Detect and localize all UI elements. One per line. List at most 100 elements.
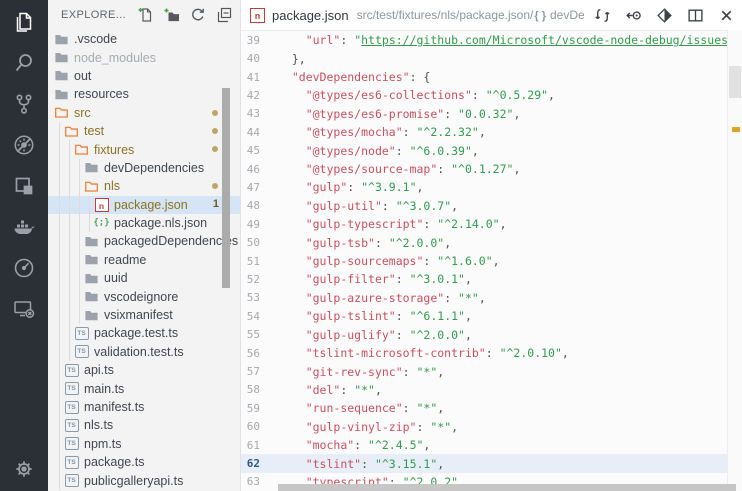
synchronize-changes-button[interactable]: [594, 7, 611, 24]
indent-guide: [69, 269, 70, 287]
line-number: 57: [241, 365, 260, 378]
settings-button[interactable]: [12, 457, 36, 481]
activity-gauge-button[interactable]: [12, 256, 36, 280]
code-line-52[interactable]: 52 "gulp-filter": "^3.0.1",: [241, 270, 728, 288]
folder-icon: [84, 271, 99, 286]
format-button[interactable]: [656, 7, 673, 24]
code-line-54[interactable]: 54 "gulp-tslint": "^6.1.1",: [241, 307, 728, 325]
git-branch-icon: [12, 92, 36, 116]
close-tab-button[interactable]: [718, 7, 735, 24]
line-content: },: [260, 52, 306, 66]
indent-guide: [69, 159, 70, 177]
typescript-file-icon: TS: [64, 473, 79, 488]
tree-item-package.test.ts[interactable]: TSpackage.test.ts: [48, 324, 240, 342]
activity-source-control-button[interactable]: [12, 92, 36, 116]
line-content: "gulp-util": "^3.0.7",: [260, 199, 458, 213]
refresh-button[interactable]: [190, 7, 206, 23]
code-line-48[interactable]: 48 "gulp-util": "^3.0.7",: [241, 197, 728, 215]
folder-icon: [84, 234, 99, 249]
tree-item-validation.test.ts[interactable]: TSvalidation.test.ts: [48, 343, 240, 361]
tree-item-manifest.ts[interactable]: TSmanifest.ts: [48, 398, 240, 416]
indent-guide: [69, 287, 70, 305]
tree-item-main.ts[interactable]: TSmain.ts: [48, 379, 240, 397]
line-content: "tslint": "^3.15.1",: [260, 457, 444, 471]
tree-item-node_modules[interactable]: node_modules: [48, 48, 240, 66]
code-line-46[interactable]: 46 "@types/source-map": "^0.1.27",: [241, 160, 728, 178]
code-line-55[interactable]: 55 "gulp-uglify": "^2.0.0",: [241, 326, 728, 344]
code-line-42[interactable]: 42 "@types/es6-collections": "^0.5.29",: [241, 86, 728, 104]
editor-horizontal-scrollbar[interactable]: [278, 484, 728, 491]
tree-item-package.nls.json[interactable]: {;}package.nls.json: [48, 214, 240, 232]
tree-item-nls[interactable]: nls: [48, 177, 240, 195]
remote-display-icon: [12, 297, 36, 321]
tree-item-test[interactable]: test: [48, 122, 240, 140]
code-line-57[interactable]: 57 "git-rev-sync": "*",: [241, 362, 728, 380]
activity-search-button[interactable]: [12, 51, 36, 75]
code-line-41[interactable]: 41 "devDependencies": {: [241, 68, 728, 86]
collapse-all-button[interactable]: [216, 7, 232, 23]
tree-item-nls.ts[interactable]: TSnls.ts: [48, 416, 240, 434]
code-line-56[interactable]: 56 "tslint-microsoft-contrib": "^2.0.10"…: [241, 344, 728, 362]
line-number: 47: [241, 181, 260, 194]
line-number: 61: [241, 439, 260, 452]
tree-item-publicgalleryapi.ts[interactable]: TS publicgalleryapi.ts: [48, 471, 240, 489]
breadcrumb[interactable]: src/test/fixtures/nls/package.json/ { } …: [357, 8, 584, 22]
code-line-44[interactable]: 44 "@types/mocha": "^2.2.32",: [241, 123, 728, 141]
code-line-61[interactable]: 61 "mocha": "^2.4.5",: [241, 436, 728, 454]
git-modified-dot: [212, 146, 218, 152]
tree-item-readme[interactable]: readme: [48, 251, 240, 269]
new-file-button[interactable]: [138, 7, 154, 23]
tree-item-npm.ts[interactable]: TSnpm.ts: [48, 435, 240, 453]
tree-item-label: vsixmanifest: [104, 308, 173, 322]
editor-vertical-scrollbar[interactable]: [727, 30, 742, 491]
code-line-62[interactable]: 62 "tslint": "^3.15.1",: [241, 454, 728, 472]
code-line-49[interactable]: 49 "gulp-typescript": "^2.14.0",: [241, 215, 728, 233]
tree-item-package.json[interactable]: npackage.json1: [48, 196, 240, 214]
new-folder-button[interactable]: [164, 7, 180, 23]
open-preview-button[interactable]: [625, 7, 642, 24]
indent-guide: [79, 214, 80, 232]
line-number: 54: [241, 310, 260, 323]
editor-tab[interactable]: n package.json src/test/fixtures/nls/pac…: [241, 0, 742, 31]
code-line-58[interactable]: 58 "del": "*",: [241, 381, 728, 399]
tree-item-out[interactable]: out: [48, 67, 240, 85]
tree-item-src[interactable]: src: [48, 104, 240, 122]
code-line-53[interactable]: 53 "gulp-azure-storage": "*",: [241, 289, 728, 307]
tree-item-packagedDependencies[interactable]: packagedDependencies: [48, 232, 240, 250]
open-preview-icon: [625, 7, 642, 24]
code-line-43[interactable]: 43 "@types/es6-promise": "0.0.32",: [241, 105, 728, 123]
tree-item-resources[interactable]: resources: [48, 85, 240, 103]
tree-item-package.ts[interactable]: TSpackage.ts: [48, 453, 240, 471]
code-line-40[interactable]: 40 },: [241, 49, 728, 67]
tree-item-fixtures[interactable]: fixtures: [48, 140, 240, 158]
code-line-39[interactable]: 39 "url": "https://github.com/Microsoft/…: [241, 31, 728, 49]
split-editor-button[interactable]: [687, 7, 704, 24]
tree-item-.vscode[interactable]: .vscode: [48, 30, 240, 48]
vertical-scrollbar-thumb[interactable]: [729, 66, 741, 98]
activity-debug-disabled-button[interactable]: [12, 133, 36, 157]
activity-docker-button[interactable]: [12, 215, 36, 239]
activity-explorer-button[interactable]: [12, 10, 36, 34]
code-line-47[interactable]: 47 "gulp": "^3.9.1",: [241, 178, 728, 196]
url-link[interactable]: https://github.com/Microsoft/vscode-node…: [361, 33, 728, 47]
activity-remote-display-button[interactable]: [12, 297, 36, 321]
code-line-51[interactable]: 51 "gulp-sourcemaps": "^1.6.0",: [241, 252, 728, 270]
tree-item-vsixmanifest[interactable]: vsixmanifest: [48, 306, 240, 324]
tree-item-uuid[interactable]: uuid: [48, 269, 240, 287]
tree-item-vscodeignore[interactable]: vscodeignore: [48, 287, 240, 305]
folder-icon: [84, 252, 99, 267]
line-number: 53: [241, 291, 260, 304]
code-line-60[interactable]: 60 "gulp-vinyl-zip": "*",: [241, 418, 728, 436]
code-line-59[interactable]: 59 "run-sequence": "*",: [241, 399, 728, 417]
horizontal-scrollbar-thumb[interactable]: [278, 484, 736, 491]
tree-item-devDependencies[interactable]: devDependencies: [48, 159, 240, 177]
sidebar-scrollbar-thumb[interactable]: [222, 88, 230, 288]
line-content: "gulp": "^3.9.1",: [260, 180, 423, 194]
activity-extensions-button[interactable]: [12, 174, 36, 198]
tree-item-label: publicgalleryapi.ts: [84, 474, 183, 488]
code-area[interactable]: 39 "url": "https://github.com/Microsoft/…: [241, 30, 728, 491]
code-line-50[interactable]: 50 "gulp-tsb": "^2.0.0",: [241, 233, 728, 251]
line-number: 63: [241, 475, 260, 488]
code-line-45[interactable]: 45 "@types/node": "^6.0.39",: [241, 141, 728, 159]
tree-item-api.ts[interactable]: TSapi.ts: [48, 361, 240, 379]
